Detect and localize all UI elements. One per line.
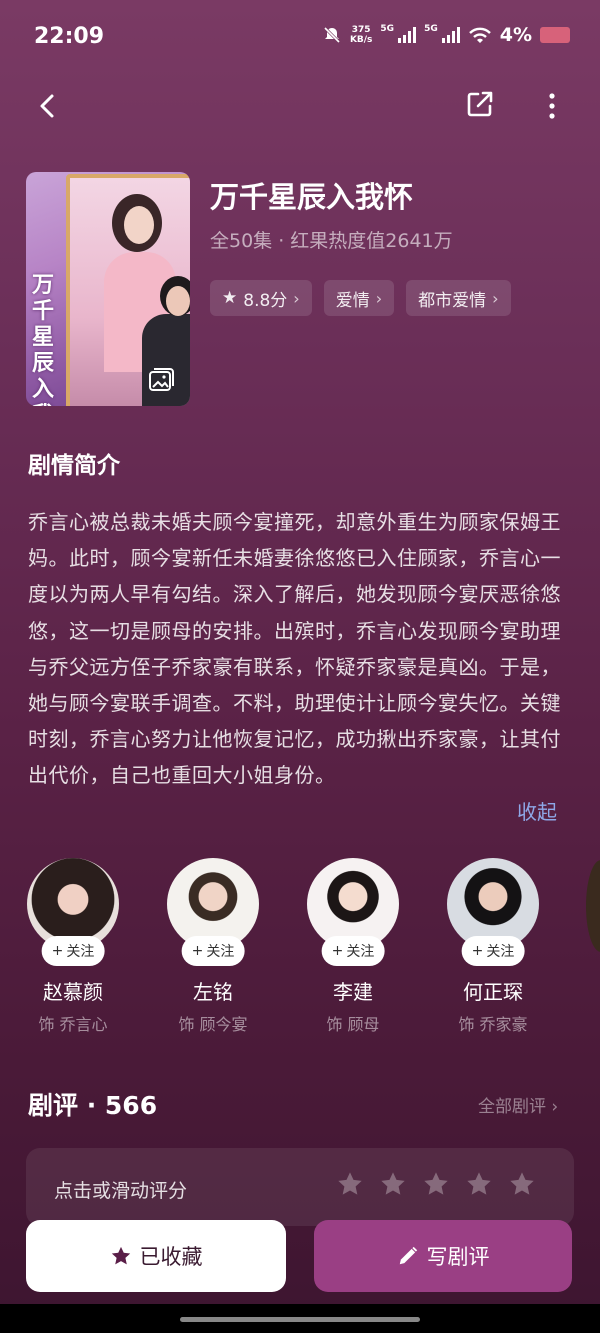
write-review-button[interactable]: 写剧评 — [314, 1220, 572, 1292]
synopsis-heading: 剧情简介 — [28, 453, 120, 479]
poster-title-art: 万千星辰入我怀 — [32, 272, 55, 406]
plus-icon: + — [191, 943, 204, 959]
cast-name: 赵慕颜 — [43, 980, 103, 1004]
genre-tag-urban-romance[interactable]: 都市爱情 › — [406, 280, 511, 316]
signal-1-icon — [398, 27, 417, 43]
plus-icon: + — [331, 943, 344, 959]
star-icon[interactable] — [508, 1170, 536, 1198]
follow-button[interactable]: + 关注 — [461, 936, 525, 966]
follow-button[interactable]: + 关注 — [321, 936, 385, 966]
picture-in-picture-icon[interactable] — [148, 368, 174, 392]
rating-tag[interactable]: ★ 8.8分 › — [210, 280, 312, 316]
all-reviews-link[interactable]: 全部剧评 › — [478, 1092, 558, 1117]
show-meta: 全50集 · 红果热度值2641万 — [210, 230, 453, 252]
collapse-link[interactable]: 收起 — [517, 796, 557, 825]
reviews-title: 剧评 · 566 — [28, 1091, 158, 1120]
mute-bell-icon — [323, 26, 340, 44]
cast-name: 左铭 — [193, 980, 233, 1004]
synopsis-text: 乔言心被总裁未婚夫顾今宴撞死，却意外重生为顾家保姆王妈。此时，顾今宴新任未婚妻徐… — [28, 510, 561, 788]
cast-item[interactable]: + 关注 李建 饰 顾母 — [293, 858, 413, 1035]
collected-button[interactable]: 已收藏 — [26, 1220, 286, 1292]
more-options-icon[interactable] — [540, 88, 564, 124]
system-nav-bar — [0, 1304, 600, 1333]
status-time: 22:09 — [34, 24, 105, 49]
follow-button[interactable]: + 关注 — [181, 936, 245, 966]
plus-icon: + — [471, 943, 484, 959]
follow-button[interactable]: + 关注 — [41, 936, 105, 966]
battery-icon — [540, 27, 570, 43]
cast-role: 饰 顾母 — [326, 1015, 380, 1034]
rating-card[interactable]: 点击或滑动评分 — [26, 1148, 574, 1226]
rating-stars[interactable] — [336, 1170, 536, 1198]
show-title: 万千星辰入我怀 — [210, 180, 414, 214]
signal-1-label: 5G — [380, 24, 395, 34]
back-arrow-icon[interactable] — [32, 88, 62, 124]
star-icon — [111, 1246, 130, 1265]
star-icon[interactable] — [465, 1170, 493, 1198]
star-icon[interactable] — [422, 1170, 450, 1198]
signal-2-label: 5G — [424, 24, 438, 34]
chevron-right-icon: › — [492, 288, 499, 308]
cast-item[interactable]: + 关注 赵慕颜 饰 乔言心 — [13, 858, 133, 1035]
tag-row: ★ 8.8分 › 爱情 › 都市爱情 › — [210, 280, 511, 316]
plus-icon: + — [51, 943, 64, 959]
cast-role: 饰 乔言心 — [38, 1015, 108, 1034]
top-bar — [0, 80, 600, 130]
pencil-icon — [399, 1246, 417, 1265]
chevron-right-icon: › — [293, 288, 300, 308]
signal-2-icon — [441, 27, 460, 43]
cast-item[interactable]: + 关注 左铭 饰 顾今宴 — [153, 858, 273, 1035]
wifi-icon — [468, 27, 491, 43]
status-bar: 22:09 375 KB/s 5G 5G 4% — [0, 0, 600, 70]
star-icon: ★ — [222, 288, 238, 308]
star-icon[interactable] — [336, 1170, 364, 1198]
cast-list: + 关注 赵慕颜 饰 乔言心 + 关注 左铭 饰 顾今宴 + 关注 李建 饰 顾母 +… — [0, 858, 600, 1038]
network-speed: 375 KB/s — [349, 25, 373, 45]
genre-tag-romance[interactable]: 爱情 › — [323, 280, 395, 316]
chevron-right-icon: › — [375, 288, 383, 308]
cast-name: 何正琛 — [463, 980, 523, 1004]
rating-prompt: 点击或滑动评分 — [54, 1180, 188, 1202]
cast-role: 饰 乔家豪 — [458, 1015, 528, 1034]
cast-role: 饰 顾今宴 — [178, 1015, 248, 1034]
status-icons: 375 KB/s 5G 5G 4% — [322, 24, 570, 46]
battery-percent: 4% — [499, 24, 532, 46]
show-poster[interactable]: 万千星辰入我怀 — [26, 172, 190, 406]
cast-name: 李建 — [333, 980, 373, 1004]
chevron-right-icon: › — [551, 1097, 559, 1117]
home-indicator[interactable] — [180, 1317, 420, 1322]
star-icon[interactable] — [379, 1170, 407, 1198]
share-icon[interactable] — [464, 88, 496, 120]
cast-item[interactable]: + 关注 何正琛 饰 乔家豪 — [433, 858, 553, 1035]
